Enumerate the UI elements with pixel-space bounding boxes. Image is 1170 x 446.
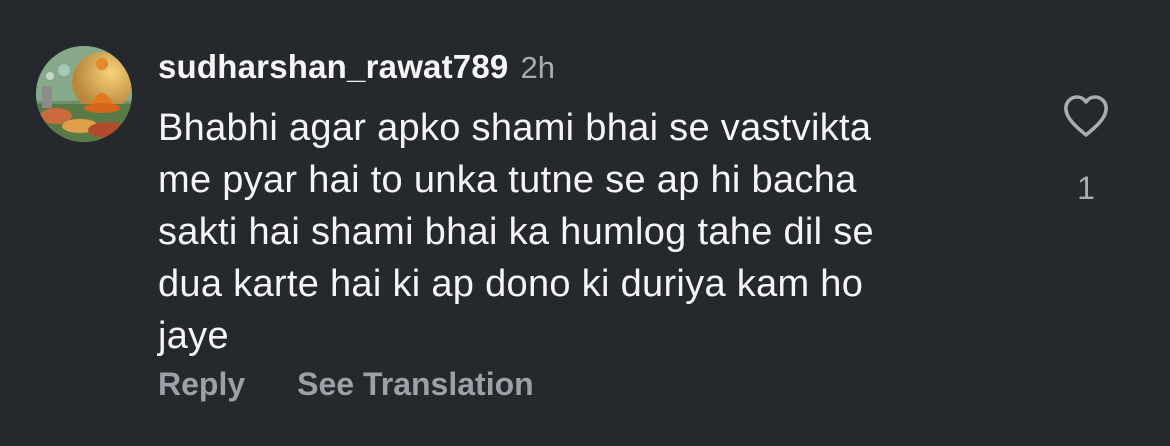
see-translation-button[interactable]: See Translation [297,366,534,403]
timestamp: 2h [520,50,555,85]
like-count: 1 [1077,170,1095,206]
reply-button[interactable]: Reply [158,366,245,403]
comment-actions: Reply See Translation [158,366,534,403]
comment-header: sudharshan_rawat789 2h [158,48,555,90]
heart-outline-icon [1064,95,1108,137]
avatar-image [36,46,132,142]
username[interactable]: sudharshan_rawat789 [158,48,508,86]
avatar[interactable] [36,46,132,142]
comment-item: sudharshan_rawat789 2h Bhabhi agar apko … [0,0,1170,446]
comment-text: Bhabhi agar apko shami bhai se vastvikta… [158,102,1018,362]
comment-text-line: Bhabhi agar apko shami bhai se vastvikta [158,107,872,149]
like-button[interactable] [1061,92,1111,142]
comment-text-line: dua karte hai ki ap dono ki duriya kam h… [158,263,864,305]
comment-text-line: me pyar hai to unka tutne se ap hi bacha [158,159,857,201]
comment-text-line: jaye [158,315,229,357]
comment-text-line: sakti hai shami bhai ka humlog tahe dil … [158,211,874,253]
